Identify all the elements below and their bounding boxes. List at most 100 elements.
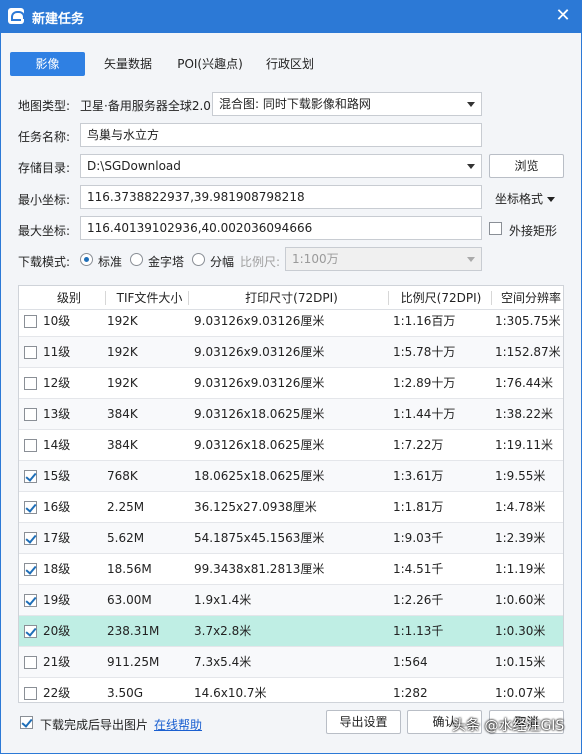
table-row[interactable]: 10级 192K 9.03126x9.03126厘米 1:1.16百万 1:305.75… [19,306,563,337]
level-checkbox[interactable] [24,563,37,576]
outer-rect-label: 外接矩形 [509,224,558,238]
cell-resolution: 1:0.15米 [495,655,546,669]
cell-print-size: 9.03126x9.03126厘米 [194,376,325,390]
tab-imagery[interactable]: 影像 [10,52,85,76]
mode-sheet-radio[interactable] [192,253,205,266]
level-table: 级别 TIF文件大小 打印尺寸(72DPI) 比例尺(72DPI) 空间分辨率 … [18,285,564,703]
task-name-label: 任务名称: [18,130,71,144]
min-coord-label: 最小坐标: [18,193,71,207]
cell-level: 21级 [43,655,71,669]
level-checkbox[interactable] [24,315,37,328]
level-checkbox[interactable] [24,501,37,514]
map-type-label: 地图类型: [18,99,71,113]
task-name-input[interactable]: 鸟巢与水立方 [80,123,482,147]
level-checkbox[interactable] [24,687,37,700]
table-row[interactable]: 18级 18.56M 99.3438x81.2813厘米 1:4.51千 1:1.19米 [19,554,563,585]
app-logo-icon [8,8,25,24]
cell-level: 20级 [43,624,71,638]
table-row[interactable]: 12级 192K 9.03126x9.03126厘米 1:2.89十万 1:76.44米 [19,368,563,399]
table-row[interactable]: 17级 5.62M 54.1875x45.1563厘米 1:9.03千 1:2.39米 [19,523,563,554]
level-checkbox[interactable] [24,346,37,359]
storage-dir-select[interactable]: D:\SGDownload [80,154,482,178]
table-row[interactable]: 16级 2.25M 36.125x27.0938厘米 1:1.81万 1:4.78米 [19,492,563,523]
mode-sheet-label: 分幅 [210,255,235,269]
cell-resolution: 1:305.75米 [495,314,561,328]
mix-mode-select[interactable]: 混合图: 同时下载影像和路网 [212,92,482,116]
caret-down-icon [547,197,556,202]
cell-tif-size: 18.56M [107,562,152,576]
level-checkbox[interactable] [24,377,37,390]
table-header: 级别 TIF文件大小 打印尺寸(72DPI) 比例尺(72DPI) 空间分辨率 [19,286,563,310]
table-row[interactable]: 15级 768K 18.0625x18.0625厘米 1:3.61万 1:9.55米 [19,461,563,492]
outer-rect-checkbox[interactable] [489,222,502,235]
table-row[interactable]: 13级 384K 9.03126x18.0625厘米 1:1.44十万 1:38.22米 [19,399,563,430]
col-header-level[interactable]: 级别 [44,286,94,310]
title-bar: 新建任务 ✕ [0,0,582,33]
mode-pyramid-radio[interactable] [130,253,143,266]
level-checkbox[interactable] [24,470,37,483]
tab-admin-division[interactable]: 行政区划 [259,52,321,76]
help-link[interactable]: 在线帮助 [154,716,202,733]
cell-level: 11级 [43,345,71,359]
chevron-down-icon [467,164,475,169]
max-coord-label: 最大坐标: [18,224,71,238]
tab-vector-data[interactable]: 矢量数据 [96,52,160,76]
cell-level: 13级 [43,407,71,421]
cell-scale: 1:5.78十万 [393,345,456,359]
table-row[interactable]: 20级 238.31M 3.7x2.8米 1:1.13千 1:0.30米 [19,616,563,647]
close-icon[interactable]: ✕ [550,4,576,28]
cell-print-size: 9.03126x9.03126厘米 [194,345,325,359]
min-coord-input[interactable]: 116.3738822937,39.981908798218 [80,185,482,209]
level-checkbox[interactable] [24,656,37,669]
column-divider [188,291,189,305]
cell-scale: 1:564 [393,655,428,669]
cell-resolution: 1:0.07米 [495,686,546,700]
export-after-label: 下载完成后导出图片 [40,718,149,732]
cell-resolution: 1:0.30米 [495,624,546,638]
cell-resolution: 1:19.11米 [495,438,554,452]
cell-print-size: 9.03126x18.0625厘米 [194,438,325,452]
col-header-scale[interactable]: 比例尺(72DPI) [391,286,491,310]
cell-print-size: 3.7x2.8米 [194,624,252,638]
level-checkbox[interactable] [24,532,37,545]
coord-format-label: 坐标格式 [495,192,544,206]
mode-standard-radio[interactable] [80,253,93,266]
download-mode-label: 下载模式: [18,255,71,269]
export-after-checkbox[interactable] [20,716,33,729]
cell-print-size: 14.6x10.7米 [194,686,267,700]
scale-select[interactable]: 1:100万 [285,247,482,271]
cell-resolution: 1:0.60米 [495,593,546,607]
col-header-tif-size[interactable]: TIF文件大小 [107,286,192,310]
table-row[interactable]: 11级 192K 9.03126x9.03126厘米 1:5.78十万 1:152.87… [19,337,563,368]
scale-label: 比例尺: [240,255,281,269]
table-row[interactable]: 14级 384K 9.03126x18.0625厘米 1:7.22万 1:19.11米 [19,430,563,461]
level-checkbox[interactable] [24,439,37,452]
cell-tif-size: 911.25M [107,655,160,669]
column-divider [388,291,389,305]
map-type-value[interactable]: 卫星·备用服务器全球2.0 [80,97,211,114]
tab-poi[interactable]: POI(兴趣点) [172,52,248,76]
cell-scale: 1:7.22万 [393,438,444,452]
cell-tif-size: 5.62M [107,531,145,545]
mode-standard-label: 标准 [98,255,123,269]
cell-resolution: 1:38.22米 [495,407,554,421]
max-coord-input[interactable]: 116.40139102936,40.002036094666 [80,216,482,240]
level-checkbox[interactable] [24,408,37,421]
cell-print-size: 99.3438x81.2813厘米 [194,562,325,576]
table-row[interactable]: 19级 63.00M 1.9x1.4米 1:2.26千 1:0.60米 [19,585,563,616]
export-settings-button[interactable]: 导出设置 [326,710,401,734]
table-row[interactable]: 21级 911.25M 7.3x5.4米 1:564 1:0.15米 [19,647,563,678]
cell-scale: 1:1.81万 [393,500,444,514]
level-checkbox[interactable] [24,594,37,607]
column-divider [491,291,492,305]
table-row[interactable]: 22级 3.50G 14.6x10.7米 1:282 1:0.07米 [19,678,563,702]
cell-tif-size: 63.00M [107,593,152,607]
cell-scale: 1:2.26千 [393,593,444,607]
browse-button[interactable]: 浏览 [489,154,564,178]
level-checkbox[interactable] [24,625,37,638]
coord-format-button[interactable]: 坐标格式 [495,190,556,207]
col-header-print-size[interactable]: 打印尺寸(72DPI) [194,286,389,310]
col-header-resolution[interactable]: 空间分辨率 [497,286,563,310]
scale-value: 1:100万 [292,252,339,266]
cell-level: 10级 [43,314,71,328]
